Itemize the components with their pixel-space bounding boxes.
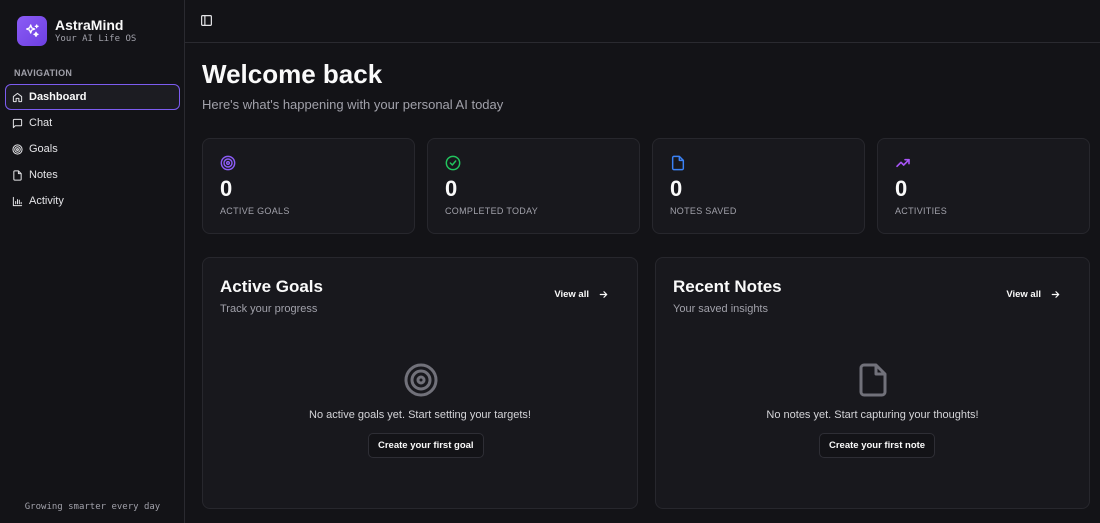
target-icon	[12, 143, 23, 155]
sidebar-item-label: Notes	[29, 169, 58, 181]
panel-title: Recent Notes	[673, 277, 782, 296]
arrow-right-icon	[1051, 291, 1060, 298]
recent-notes-panel: Recent Notes Your saved insights View al…	[655, 257, 1090, 509]
stat-label: ACTIVE GOALS	[220, 206, 290, 216]
sidebar-item-chat[interactable]: Chat	[5, 110, 180, 136]
sidebar-item-label: Chat	[29, 117, 53, 129]
file-icon	[671, 155, 685, 171]
sidebar-item-activity[interactable]: Activity	[5, 188, 180, 214]
home-icon	[12, 92, 23, 102]
brand-tagline: Your AI Life OS	[55, 34, 137, 44]
brand[interactable]: AstraMind Your AI Life OS	[17, 16, 136, 46]
sparkles-icon	[17, 16, 47, 46]
empty-state-text: No active goals yet. Start setting your …	[309, 409, 531, 421]
view-all-goals-button[interactable]: View all	[554, 289, 609, 300]
sidebar-item-notes[interactable]: Notes	[5, 162, 180, 188]
view-all-label: View all	[554, 289, 589, 300]
active-goals-panel: Active Goals Track your progress View al…	[202, 257, 638, 509]
sidebar-item-goals[interactable]: Goals	[5, 136, 180, 162]
trending-up-icon	[896, 158, 910, 168]
message-square-icon	[12, 118, 23, 128]
stat-label: ACTIVITIES	[895, 206, 948, 216]
arrow-right-icon	[599, 291, 608, 298]
stat-card-completed-today: 0 COMPLETED TODAY	[427, 138, 640, 234]
view-all-label: View all	[1006, 289, 1041, 300]
page-subtitle: Here's what's happening with your person…	[202, 97, 504, 112]
nav-heading: NAVIGATION	[14, 68, 73, 78]
bar-chart-icon	[12, 196, 23, 206]
sidebar: AstraMind Your AI Life OS NAVIGATION Das…	[0, 0, 185, 523]
stat-card-notes-saved: 0 NOTES SAVED	[652, 138, 865, 234]
create-first-note-button[interactable]: Create your first note	[819, 433, 936, 458]
stat-value: 0	[895, 176, 908, 201]
sidebar-item-label: Activity	[29, 195, 64, 207]
file-icon	[859, 363, 887, 397]
stat-label: NOTES SAVED	[670, 206, 737, 216]
view-all-notes-button[interactable]: View all	[1006, 289, 1061, 300]
sidebar-toggle-button[interactable]	[200, 14, 213, 27]
empty-state-text: No notes yet. Start capturing your thoug…	[766, 409, 979, 421]
stat-value: 0	[220, 176, 233, 201]
stat-value: 0	[670, 176, 683, 201]
panel-subtitle: Your saved insights	[673, 303, 768, 315]
sidebar-item-label: Goals	[29, 143, 58, 155]
panel-left-icon	[201, 15, 212, 26]
topbar	[185, 0, 1100, 43]
page-title: Welcome back	[202, 59, 383, 89]
stat-label: COMPLETED TODAY	[445, 206, 539, 216]
sidebar-nav: Dashboard Chat Goals Notes Activity	[5, 84, 180, 214]
target-icon	[220, 155, 236, 171]
panel-title: Active Goals	[220, 277, 323, 296]
panel-subtitle: Track your progress	[220, 303, 318, 315]
check-circle-icon	[445, 155, 461, 171]
target-icon	[404, 363, 438, 397]
create-first-goal-button[interactable]: Create your first goal	[368, 433, 484, 458]
sidebar-footer: Growing smarter every day	[24, 502, 161, 512]
stat-card-active-goals: 0 ACTIVE GOALS	[202, 138, 415, 234]
brand-name: AstraMind	[55, 17, 124, 33]
sidebar-item-dashboard[interactable]: Dashboard	[5, 84, 180, 110]
stat-value: 0	[445, 176, 458, 201]
sidebar-item-label: Dashboard	[29, 91, 87, 103]
file-icon	[13, 169, 22, 181]
stat-card-activities: 0 ACTIVITIES	[877, 138, 1090, 234]
